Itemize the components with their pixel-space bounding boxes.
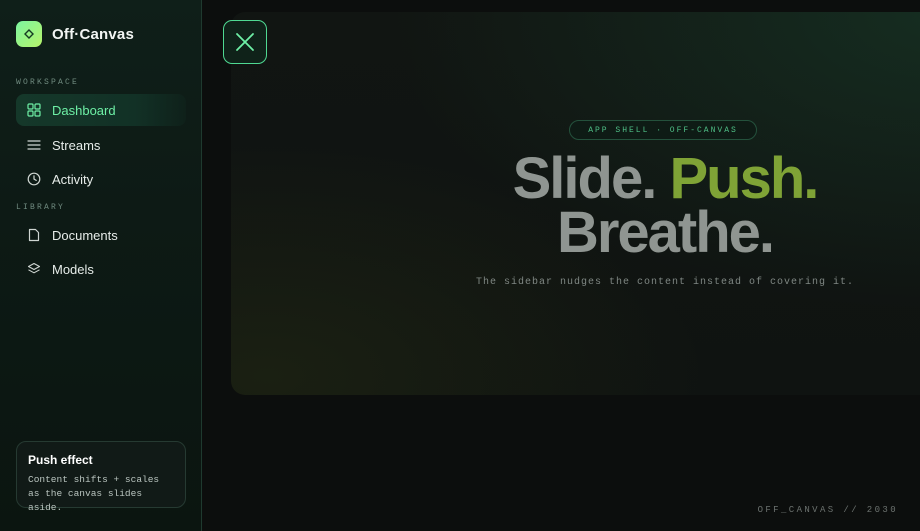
sidebar-item-documents[interactable]: Documents <box>16 219 186 251</box>
brand[interactable]: Off·Canvas <box>16 21 134 47</box>
document-icon <box>26 227 42 243</box>
footer-text: OFF_CANVAS // 2030 <box>757 505 898 515</box>
hero-subline: The sidebar nudges the content instead o… <box>475 277 855 288</box>
sidebar: Off·Canvas WORKSPACE Dashboard Streams A… <box>0 0 202 531</box>
sidebar-item-dashboard[interactable]: Dashboard <box>16 94 186 126</box>
sidebar-item-streams[interactable]: Streams <box>16 129 186 161</box>
app-shell-pill: APP SHELL · OFF-CANVAS <box>569 120 757 140</box>
brand-logo <box>16 21 42 47</box>
brand-name: Off·Canvas <box>52 25 135 43</box>
push-card-title: Push effect <box>28 453 93 467</box>
push-card-description: Content shifts + scales as the canvas sl… <box>28 474 160 513</box>
close-sidebar-button[interactable] <box>223 20 267 64</box>
sidebar-item-label: Activity <box>52 171 94 187</box>
diamond-icon <box>24 29 34 39</box>
hero-headline: Slide. Push. Breathe. <box>440 150 890 262</box>
sidebar-item-label: Dashboard <box>52 102 116 118</box>
push-effect-card: Push effect Content shifts + scales as t… <box>16 441 186 513</box>
grid-icon <box>26 102 42 118</box>
headline-word-breathe: Breathe. <box>556 200 775 265</box>
menu-lines-icon <box>26 137 42 153</box>
close-icon <box>236 33 254 51</box>
sidebar-item-label: Streams <box>52 137 101 153</box>
section-label-library: LIBRARY <box>16 203 66 212</box>
sidebar-item-activity[interactable]: Activity <box>16 163 186 195</box>
sidebar-item-label: Models <box>52 261 94 277</box>
pill-label: APP SHELL · OFF-CANVAS <box>588 125 738 135</box>
layers-icon <box>26 261 42 277</box>
sidebar-item-label: Documents <box>52 227 118 243</box>
sidebar-item-models[interactable]: Models <box>16 253 186 285</box>
section-label-workspace: WORKSPACE <box>16 78 80 87</box>
clock-icon <box>26 171 42 187</box>
